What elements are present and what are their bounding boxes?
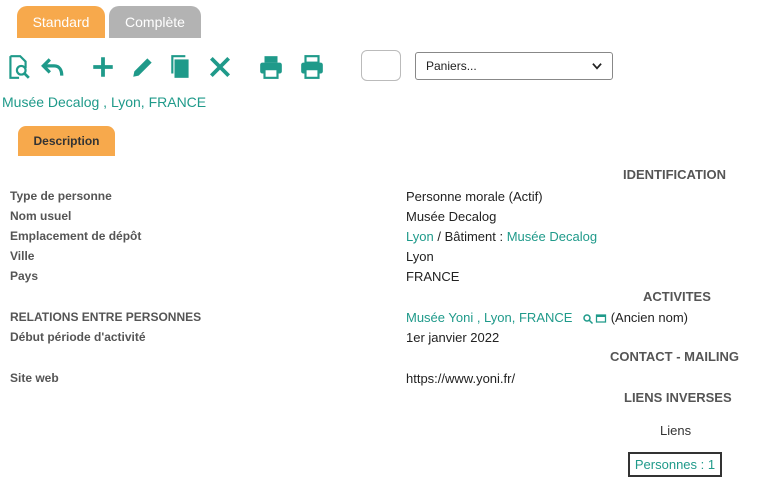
type-label: Type de personne — [10, 189, 112, 203]
section-identification: IDENTIFICATION — [623, 167, 727, 182]
print-icon[interactable] — [257, 52, 285, 82]
emplacement-city-link[interactable]: Lyon — [406, 229, 434, 244]
debut-label: Début période d'activité — [10, 330, 146, 344]
liens-label: Liens — [660, 423, 692, 438]
relations-suffix: (Ancien nom) — [610, 310, 688, 325]
magnify-icon[interactable] — [582, 313, 594, 325]
pays-value: FRANCE — [406, 269, 460, 284]
open-window-icon[interactable] — [595, 313, 607, 325]
chevron-down-icon — [592, 63, 602, 70]
site-label: Site web — [10, 371, 59, 385]
site-value: https://www.yoni.fr/ — [406, 371, 516, 386]
nom-label: Nom usuel — [10, 209, 72, 223]
ville-label: Ville — [10, 249, 35, 263]
emplacement-value: Lyon / Bâtiment : Musée Decalog — [406, 229, 597, 244]
type-value: Personne morale (Actif) — [406, 189, 543, 204]
relations-value: Musée Yoni , Lyon, FRANCE (Ancien nom) — [406, 310, 688, 325]
baskets-select[interactable]: Paniers... — [415, 52, 613, 80]
emplacement-separator: / Bâtiment : — [437, 229, 504, 244]
undo-icon[interactable] — [38, 52, 66, 82]
section-activites: ACTIVITES — [643, 289, 711, 304]
edit-icon[interactable] — [129, 52, 157, 82]
nom-value: Musée Decalog — [406, 209, 497, 224]
tab-complete[interactable]: Complète — [109, 6, 201, 38]
section-contact-mailing: CONTACT - MAILING — [610, 349, 740, 364]
debut-value: 1er janvier 2022 — [406, 330, 500, 345]
record-title[interactable]: Musée Decalog , Lyon, FRANCE — [2, 94, 206, 110]
ville-value: Lyon — [406, 249, 434, 264]
section-liens-inverses: LIENS INVERSES — [624, 390, 732, 405]
pays-label: Pays — [10, 269, 39, 283]
emplacement-label: Emplacement de dépôt — [10, 229, 142, 243]
add-icon[interactable] — [89, 52, 117, 82]
tab-description[interactable]: Description — [18, 126, 115, 156]
relations-label: RELATIONS ENTRE PERSONNES — [10, 310, 202, 324]
selection-checkbox[interactable] — [361, 50, 401, 81]
search-document-icon[interactable] — [4, 52, 32, 82]
copy-icon[interactable] — [167, 52, 195, 82]
delete-icon[interactable] — [206, 52, 234, 82]
relations-link[interactable]: Musée Yoni , Lyon, FRANCE — [406, 310, 572, 325]
baskets-select-value: Paniers... — [426, 59, 477, 73]
persons-count-link[interactable]: Personnes : 1 — [628, 452, 722, 477]
print-alt-icon[interactable] — [298, 52, 326, 82]
tab-standard[interactable]: Standard — [17, 6, 105, 38]
emplacement-building-link[interactable]: Musée Decalog — [507, 229, 597, 244]
